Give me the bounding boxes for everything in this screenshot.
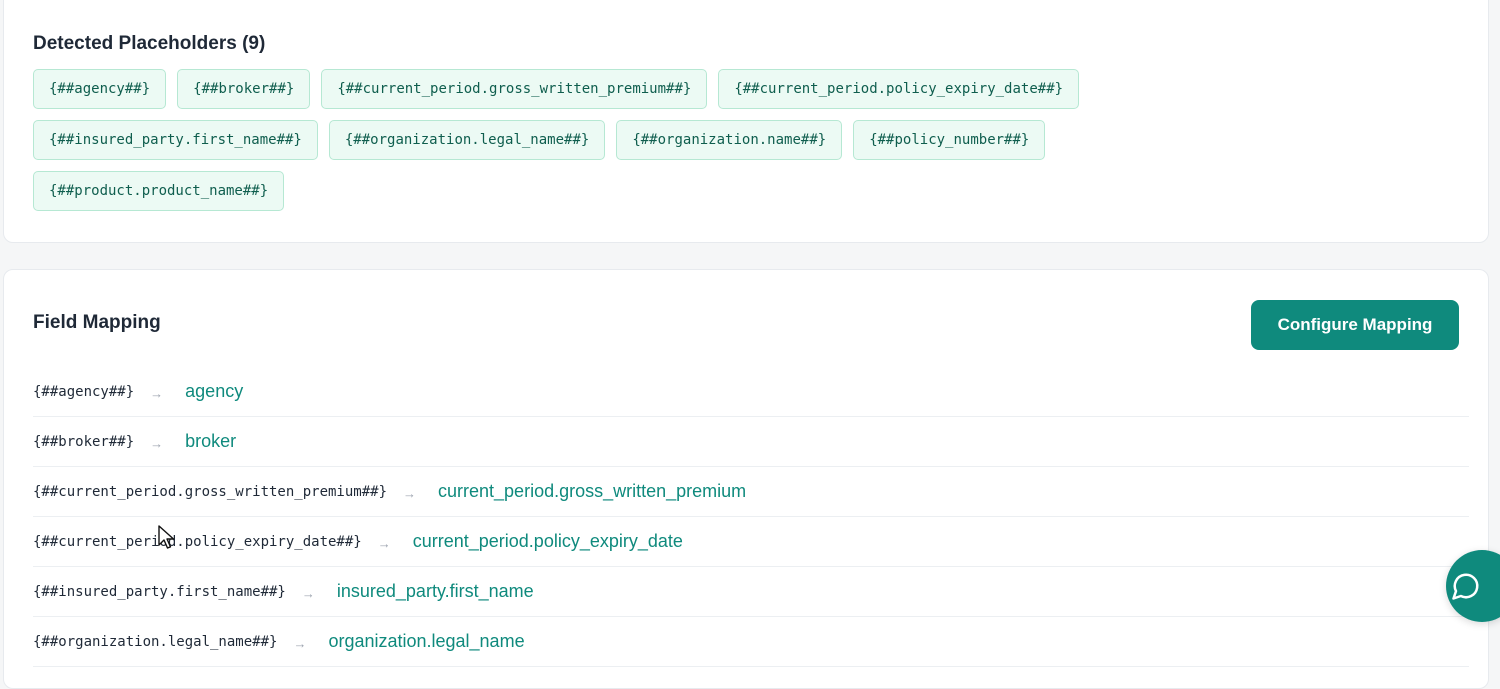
mapping-row: {##current_period.policy_expiry_date##} … [33, 517, 1469, 567]
placeholder-chip: {##organization.name##} [616, 120, 843, 160]
placeholder-chip: {##current_period.gross_written_premium#… [321, 69, 708, 109]
placeholder-chip-list: {##agency##} {##broker##} {##current_per… [33, 69, 1293, 211]
mapping-field: organization.legal_name [328, 631, 525, 651]
mapping-row: {##organization.legal_name##} → organiza… [33, 617, 1469, 667]
mapping-list: {##agency##} → agency {##broker##} → bro… [33, 367, 1469, 667]
field-mapping-title: Field Mapping [33, 312, 161, 333]
configure-mapping-button[interactable]: Configure Mapping [1251, 300, 1459, 350]
placeholder-chip: {##insured_party.first_name##} [33, 120, 318, 160]
mapping-placeholder: {##current_period.gross_written_premium#… [33, 483, 388, 500]
placeholder-chip: {##product.product_name##} [33, 171, 285, 211]
mapping-row: {##agency##} → agency [33, 367, 1469, 417]
placeholder-chip: {##current_period.policy_expiry_date##} [718, 69, 1080, 109]
mapping-row: {##current_period.gross_written_premium#… [33, 467, 1469, 517]
mapping-field: broker [185, 431, 237, 451]
placeholder-chip: {##agency##} [33, 69, 167, 109]
mapping-field: agency [185, 381, 244, 401]
mapping-field: current_period.gross_written_premium [438, 481, 747, 501]
mapping-placeholder: {##agency##} [33, 383, 135, 400]
chat-bubble-icon [1452, 573, 1479, 600]
mapping-placeholder: {##organization.legal_name##} [33, 633, 278, 650]
mapping-placeholder: {##current_period.policy_expiry_date##} [33, 533, 362, 550]
detected-placeholders-title: Detected Placeholders (9) [33, 33, 266, 54]
mapping-row: {##broker##} → broker [33, 417, 1469, 467]
mouse-cursor-icon [158, 525, 175, 549]
mapping-row: {##insured_party.first_name##} → insured… [33, 567, 1469, 617]
mapping-field: current_period.policy_expiry_date [412, 531, 683, 551]
mapping-arrow-icon: → [150, 386, 164, 401]
placeholder-chip: {##policy_number##} [853, 120, 1046, 160]
mapping-placeholder: {##insured_party.first_name##} [33, 583, 286, 600]
mapping-arrow-icon: → [301, 586, 315, 601]
mapping-arrow-icon: → [403, 486, 417, 501]
field-mapping-card: Field Mapping Configure Mapping {##agenc… [3, 269, 1489, 689]
detected-placeholders-card: Detected Placeholders (9) {##agency##} {… [3, 0, 1489, 243]
placeholder-chip: {##organization.legal_name##} [328, 120, 606, 160]
placeholder-chip: {##broker##} [177, 69, 311, 109]
mapping-arrow-icon: → [150, 436, 164, 451]
mapping-arrow-icon: → [377, 536, 391, 551]
mapping-placeholder: {##broker##} [33, 433, 135, 450]
mapping-arrow-icon: → [293, 636, 307, 651]
mapping-field: insured_party.first_name [336, 581, 534, 601]
